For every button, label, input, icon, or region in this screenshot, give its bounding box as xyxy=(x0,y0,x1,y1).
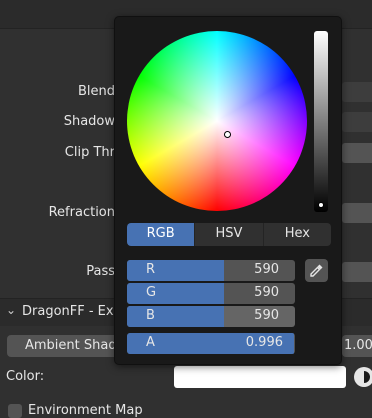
blend-field[interactable] xyxy=(342,82,372,102)
green-channel-fill xyxy=(127,283,225,304)
alpha-field[interactable]: A 0.996 xyxy=(127,333,295,354)
eyedropper-icon xyxy=(310,264,323,277)
red-channel-value: 590 xyxy=(254,262,279,277)
tab-hex[interactable]: Hex xyxy=(263,223,331,246)
alpha-value: 0.996 xyxy=(245,335,283,350)
green-channel-value: 590 xyxy=(254,285,279,300)
color-wheel-cursor[interactable] xyxy=(224,131,231,138)
blue-channel-fill xyxy=(127,306,225,327)
color-mode-tabs: RGB HSV Hex xyxy=(127,223,331,246)
tab-rgb[interactable]: RGB xyxy=(127,223,196,246)
section-title: DragonFF - Exp xyxy=(22,304,122,319)
ambient-value-field[interactable]: 1.00 xyxy=(342,335,372,357)
refraction-label: Refraction xyxy=(48,205,115,220)
environment-map-row[interactable]: Environment Map xyxy=(8,403,143,418)
value-slider[interactable] xyxy=(314,31,328,212)
blend-label: Blend xyxy=(77,84,115,99)
refraction-field[interactable] xyxy=(342,203,372,223)
color-wheel[interactable] xyxy=(127,31,307,211)
blue-channel-value: 590 xyxy=(254,308,279,323)
clip-threshold-label: Clip Thr xyxy=(64,145,115,160)
blue-channel-label: B xyxy=(146,308,155,323)
rgb-channels: R 590 G 590 B 590 xyxy=(127,260,295,329)
color-label: Color: xyxy=(6,369,45,384)
color-swatch[interactable] xyxy=(174,366,346,388)
red-channel-field[interactable]: R 590 xyxy=(127,260,295,281)
clip-threshold-field[interactable] xyxy=(342,143,372,163)
eyedropper-button[interactable] xyxy=(305,259,328,282)
tab-hsv[interactable]: HSV xyxy=(195,223,264,246)
shadow-label: Shadow xyxy=(63,114,115,129)
pass-field[interactable] xyxy=(342,262,372,282)
environment-map-checkbox[interactable] xyxy=(8,403,22,418)
pass-label: Pass xyxy=(86,264,115,279)
red-channel-label: R xyxy=(146,262,156,277)
shadow-field[interactable] xyxy=(342,112,372,132)
blue-channel-field[interactable]: B 590 xyxy=(127,306,295,327)
environment-map-label: Environment Map xyxy=(28,403,143,418)
chevron-down-icon: ⌄ xyxy=(6,303,17,317)
green-channel-label: G xyxy=(146,285,157,300)
value-slider-handle[interactable] xyxy=(318,202,324,208)
red-channel-fill xyxy=(127,260,225,281)
color-mode-icon[interactable] xyxy=(354,367,372,387)
green-channel-field[interactable]: G 590 xyxy=(127,283,295,304)
alpha-label: A xyxy=(146,335,155,350)
color-picker-popup: RGB HSV Hex R 590 G 590 B 590 A 0.996 xyxy=(114,16,342,365)
